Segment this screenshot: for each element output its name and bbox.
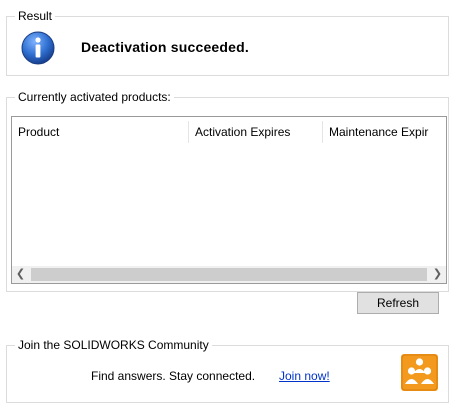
result-group-label: Result bbox=[15, 9, 56, 23]
column-header-product[interactable]: Product bbox=[12, 117, 188, 147]
result-group: Result Deactivation succeeded. bbox=[6, 9, 449, 76]
scrollbar-thumb[interactable] bbox=[31, 268, 427, 281]
result-message: Deactivation succeeded. bbox=[81, 39, 249, 55]
join-now-link[interactable]: Join now! bbox=[279, 369, 330, 383]
column-header-maintenance-expires[interactable]: Maintenance Expir bbox=[323, 117, 446, 147]
community-icon[interactable] bbox=[401, 354, 438, 391]
info-icon bbox=[21, 31, 55, 65]
column-header-activation-expires[interactable]: Activation Expires bbox=[189, 117, 322, 147]
products-group-label: Currently activated products: bbox=[15, 90, 174, 104]
chevron-left-icon[interactable]: ❮ bbox=[12, 266, 29, 283]
community-group: Join the SOLIDWORKS Community Find answe… bbox=[6, 338, 449, 403]
community-tagline: Find answers. Stay connected. bbox=[91, 369, 256, 383]
horizontal-scrollbar[interactable]: ❮ ❯ bbox=[12, 266, 446, 283]
chevron-right-icon[interactable]: ❯ bbox=[429, 266, 446, 283]
products-list[interactable]: Product Activation Expires Maintenance E… bbox=[11, 116, 447, 284]
refresh-button[interactable]: Refresh bbox=[357, 292, 439, 314]
community-group-label: Join the SOLIDWORKS Community bbox=[15, 338, 212, 352]
activated-products-group: Currently activated products: Product Ac… bbox=[6, 90, 449, 292]
